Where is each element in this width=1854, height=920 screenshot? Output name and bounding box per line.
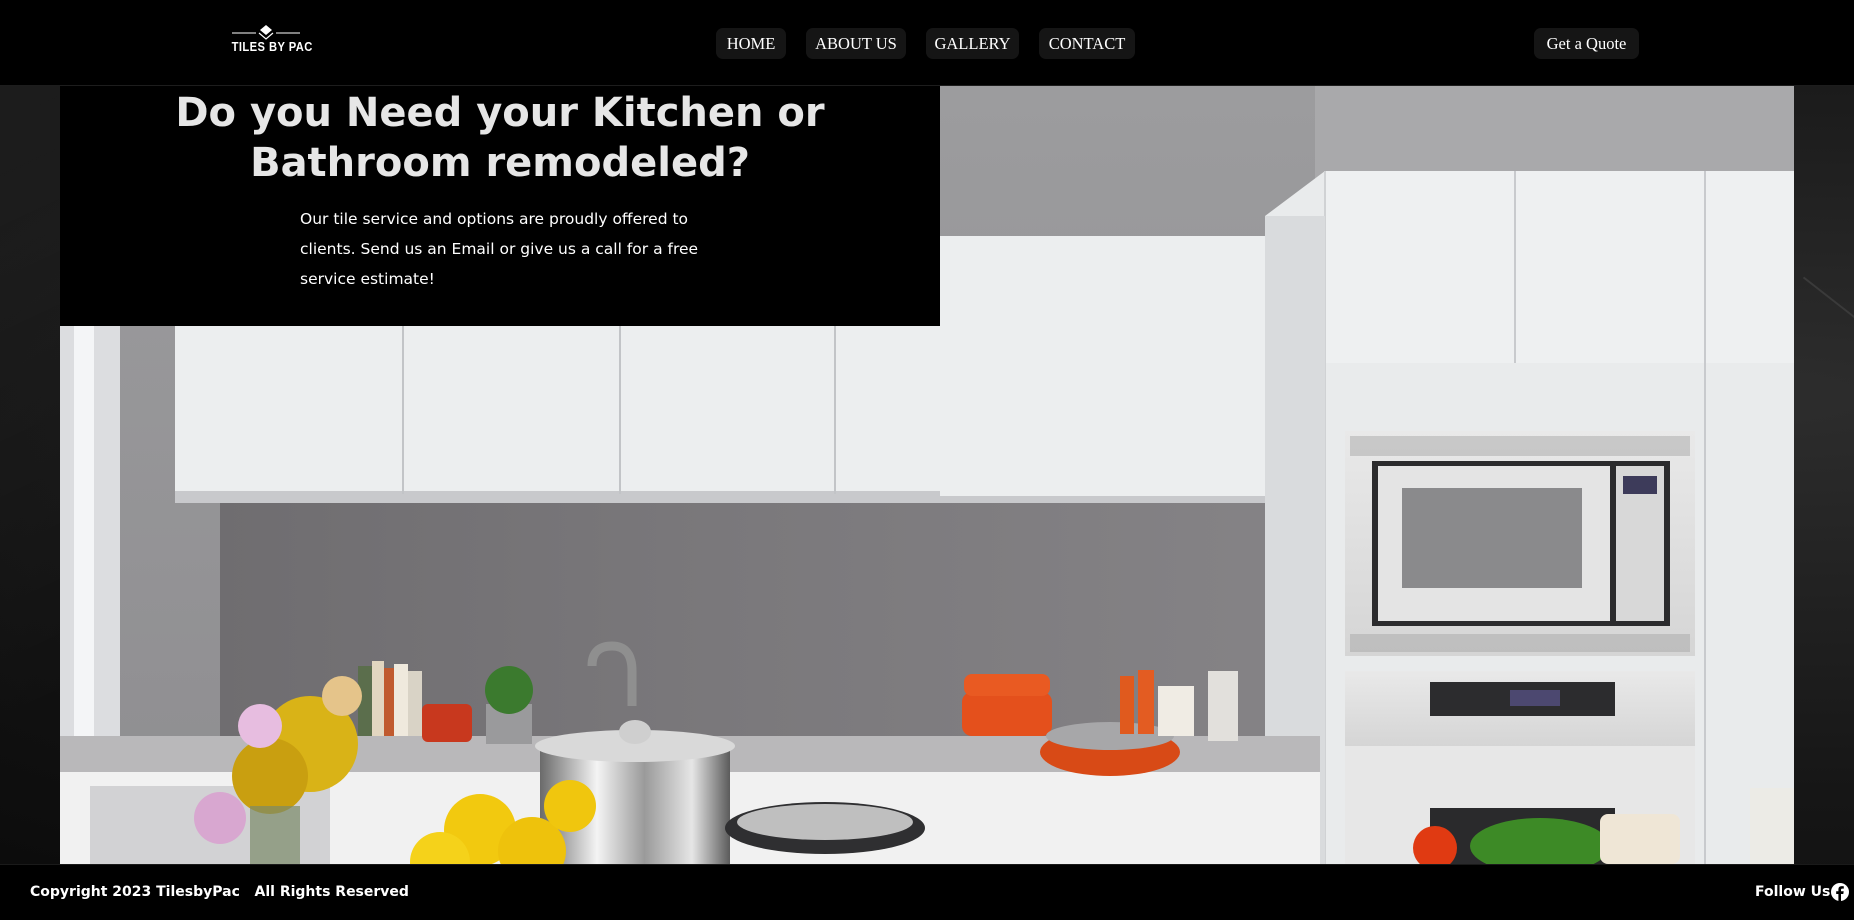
hero-panel: Do you Need your Kitchen or Bathroom rem… xyxy=(60,86,940,326)
copyright-text: Copyright 2023 TilesbyPac All Rights Res… xyxy=(30,884,409,900)
follow-us-label: Follow Us xyxy=(1755,884,1831,900)
nav-contact[interactable]: CONTACT xyxy=(1039,28,1135,59)
nav-home[interactable]: HOME xyxy=(716,28,786,59)
nav-gallery[interactable]: GALLERY xyxy=(926,28,1019,59)
facebook-icon[interactable] xyxy=(1831,883,1849,901)
nav-about-us[interactable]: ABOUT US xyxy=(806,28,906,59)
slate-highlight xyxy=(1802,276,1854,328)
hero-title-line-1: Do you Need your Kitchen or xyxy=(175,90,825,136)
site-logo[interactable]: TILES BY PAC xyxy=(226,24,313,58)
site-footer: Copyright 2023 TilesbyPac All Rights Res… xyxy=(0,864,1854,920)
get-quote-button[interactable]: Get a Quote xyxy=(1534,28,1639,59)
site-header: TILES BY PAC HOME ABOUT US GALLERY CONTA… xyxy=(0,0,1854,86)
logo-text: TILES BY PAC xyxy=(231,39,313,54)
hero-description: Our tile service and options are proudly… xyxy=(300,210,699,288)
logo-tile-icon xyxy=(232,25,300,40)
hero-title-line-2: Bathroom remodeled? xyxy=(250,140,750,186)
